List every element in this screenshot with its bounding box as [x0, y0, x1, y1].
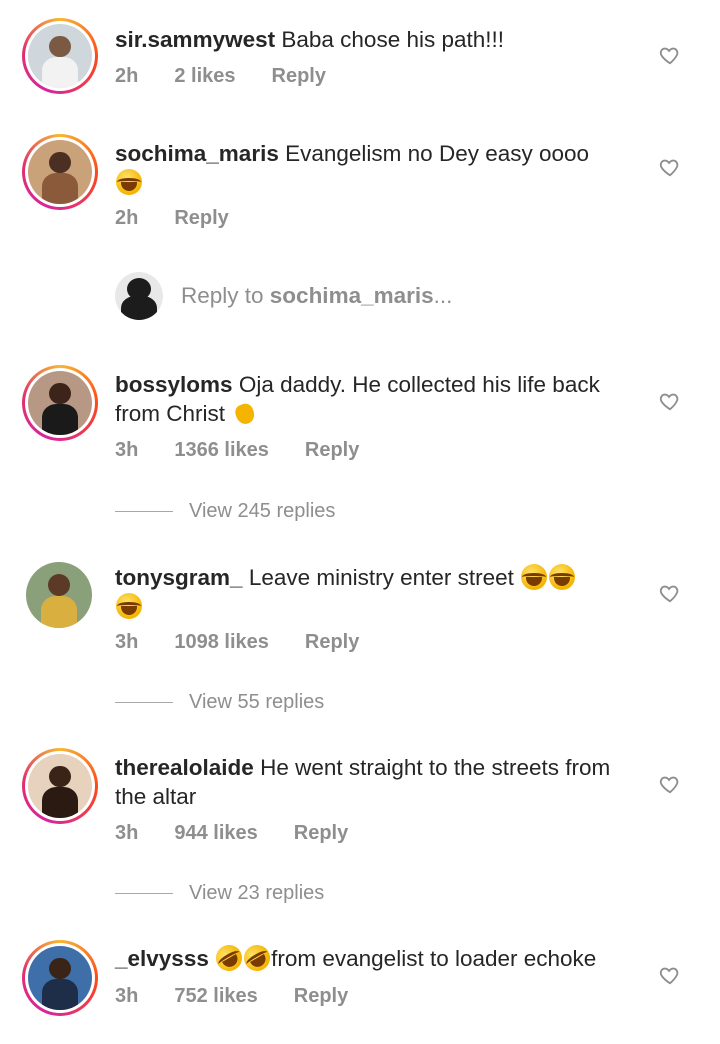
- rolling-on-floor-laughing-icon: [239, 940, 275, 976]
- avatar[interactable]: [22, 748, 98, 824]
- heart-outline-icon[interactable]: [659, 964, 681, 986]
- reply-button[interactable]: Reply: [294, 822, 348, 845]
- view-replies-button[interactable]: View 55 replies: [115, 691, 324, 714]
- comment-time: 3h: [115, 822, 139, 844]
- heart-outline-icon[interactable]: [659, 773, 681, 795]
- reply-input[interactable]: Reply to sochima_maris...: [181, 283, 452, 309]
- heart-outline-icon[interactable]: [659, 156, 681, 178]
- divider: [115, 511, 173, 512]
- view-replies-button[interactable]: View 245 replies: [115, 500, 335, 523]
- comment-likes[interactable]: 1366 likes: [174, 439, 269, 462]
- reply-button[interactable]: Reply: [272, 65, 326, 88]
- heart-outline-icon[interactable]: [659, 44, 681, 66]
- comment-username[interactable]: bossyloms: [115, 372, 233, 397]
- comment-username[interactable]: therealolaide: [115, 755, 254, 780]
- reply-button[interactable]: Reply: [305, 631, 359, 654]
- divider: [115, 702, 173, 703]
- comment-time: 3h: [115, 439, 139, 461]
- face-with-tears-of-joy-icon: [116, 593, 142, 619]
- comment-likes[interactable]: 1098 likes: [174, 631, 269, 654]
- comment-time: 3h: [115, 985, 139, 1007]
- reply-button[interactable]: Reply: [174, 207, 228, 230]
- divider: [115, 893, 173, 894]
- comment-username[interactable]: _elvysss: [115, 946, 209, 971]
- reply-input-row[interactable]: Reply to sochima_maris...: [115, 272, 452, 320]
- comment-username[interactable]: tonysgram_: [115, 565, 243, 590]
- comment-time: 2h: [115, 207, 139, 229]
- comment-text: Baba chose his path!!!: [281, 27, 505, 52]
- avatar[interactable]: [22, 18, 98, 94]
- rolling-on-floor-laughing-icon: [211, 940, 247, 976]
- avatar[interactable]: [22, 940, 98, 1016]
- comment-text: from evangelist to loader echoke: [271, 946, 597, 971]
- comment-text: Evangelism no Dey easy oooo: [285, 141, 590, 166]
- face-with-tears-of-joy-icon: [549, 564, 576, 590]
- clapping-hands-icon: [232, 400, 258, 426]
- current-user-avatar: [115, 272, 163, 320]
- comment-username[interactable]: sochima_maris: [115, 141, 279, 166]
- heart-outline-icon[interactable]: [659, 390, 681, 412]
- comment-likes[interactable]: 2 likes: [174, 65, 235, 88]
- comment-likes[interactable]: 752 likes: [174, 985, 257, 1008]
- avatar[interactable]: [22, 134, 98, 210]
- view-replies-button[interactable]: View 23 replies: [115, 882, 324, 905]
- comment-text: Leave ministry enter street: [248, 565, 514, 590]
- comment-time: 3h: [115, 631, 139, 653]
- avatar[interactable]: [26, 562, 92, 628]
- face-with-tears-of-joy-icon: [116, 169, 142, 195]
- avatar[interactable]: [22, 365, 98, 441]
- face-with-tears-of-joy-icon: [521, 564, 548, 590]
- reply-button[interactable]: Reply: [294, 985, 348, 1008]
- reply-button[interactable]: Reply: [305, 439, 359, 462]
- comment-time: 2h: [115, 65, 139, 87]
- comments-screen: sir.sammywest Baba chose his path!!! 2h …: [0, 0, 720, 1044]
- comment-username[interactable]: sir.sammywest: [115, 27, 275, 52]
- comment-likes[interactable]: 944 likes: [174, 822, 257, 845]
- heart-outline-icon[interactable]: [659, 582, 681, 604]
